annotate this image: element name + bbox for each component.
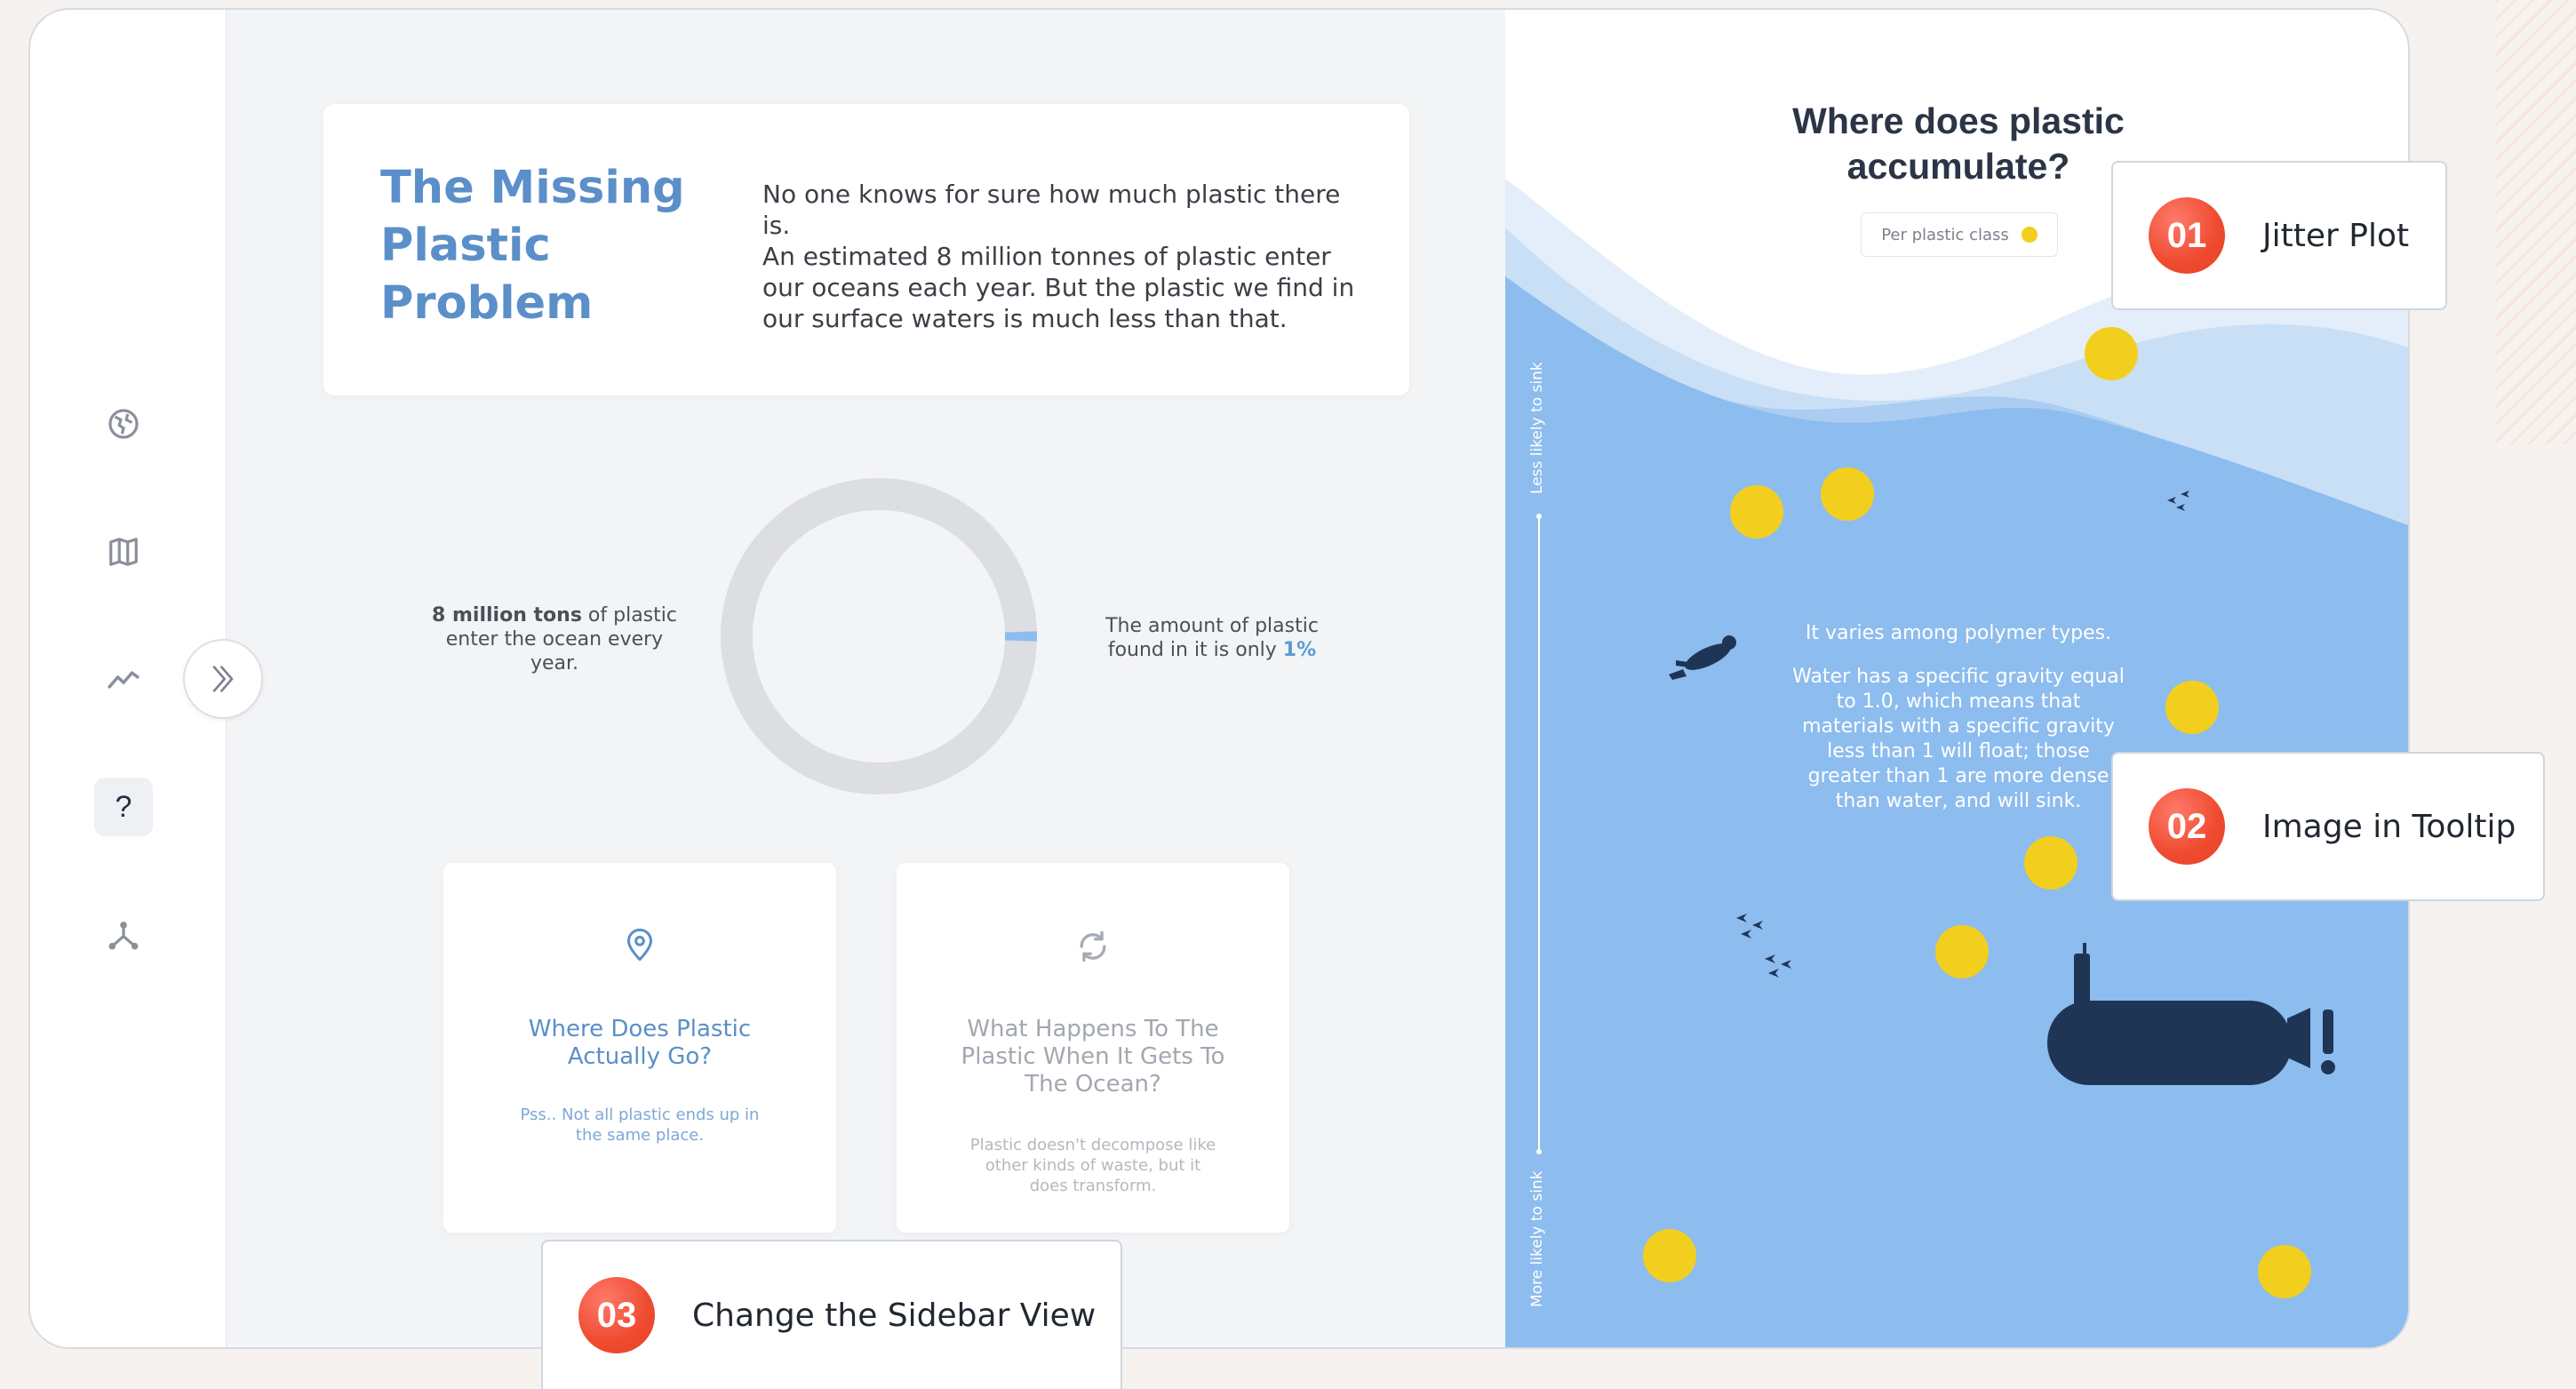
page-title: The Missing Plastic Problem (380, 159, 700, 332)
card-title: What Happens To The Plastic When It Gets… (941, 1016, 1245, 1098)
plastic-particle (2024, 836, 2078, 890)
sidebar-item-globe[interactable] (94, 395, 153, 453)
sidebar-item-map[interactable] (94, 523, 153, 581)
map-icon (107, 535, 140, 569)
callout-number: 01 (2149, 197, 2225, 274)
card-subtitle: Pss.. Not all plastic ends up in the sam… (514, 1105, 765, 1146)
donut-left-caption: 8 million tons of plastic enter the ocea… (421, 603, 688, 675)
refresh-icon (1073, 927, 1113, 966)
card-title: Where Does Plastic Actually Go? (488, 1016, 792, 1071)
app-window: ? The Missing Plastic Problem No one kno… (28, 8, 2410, 1349)
plastic-particle (2165, 681, 2219, 734)
axis-label-bottom: More likely to sink (1528, 1170, 1546, 1307)
callout-number: 02 (2149, 788, 2225, 865)
plastic-particle (2258, 1245, 2311, 1298)
donut-track (737, 494, 1021, 778)
callout-image-in-tooltip: 02 Image in Tooltip (2111, 752, 2545, 901)
ocean-text-detail: Water has a specific gravity equal to 1.… (1790, 665, 2127, 814)
ocean-text-intro: It varies among polymer types. (1790, 621, 2127, 646)
callout-label: Change the Sidebar View (692, 1297, 1096, 1334)
card-where-does-plastic-go[interactable]: Where Does Plastic Actually Go? Pss.. No… (443, 863, 836, 1233)
intro-paragraph-1: No one knows for sure how much plastic t… (762, 179, 1367, 241)
donut-right-caption: The amount of plastic found in it is onl… (1079, 614, 1345, 662)
callout-label: Jitter Plot (2262, 218, 2409, 254)
donut-left-bold: 8 million tons (432, 604, 582, 627)
intro-card: The Missing Plastic Problem No one knows… (323, 104, 1409, 395)
legend-chip[interactable]: Per plastic class (1861, 212, 2058, 257)
plastic-particle (1821, 467, 1874, 521)
trend-icon (107, 663, 140, 697)
plastic-particle (1643, 1229, 1696, 1282)
sidebar-item-help[interactable]: ? (94, 778, 153, 836)
callout-number: 03 (578, 1277, 655, 1353)
donut-right-percent: 1% (1283, 639, 1316, 661)
sidebar-item-trend[interactable] (94, 651, 153, 709)
card-what-happens-to-plastic[interactable]: What Happens To The Plastic When It Gets… (897, 863, 1289, 1233)
help-icon: ? (116, 790, 132, 825)
callout-jitter-plot: 01 Jitter Plot (2111, 161, 2447, 310)
callout-label: Image in Tooltip (2262, 809, 2516, 845)
intro-paragraph-2: An estimated 8 million tonnes of plastic… (762, 241, 1367, 334)
location-pin-icon (622, 927, 658, 962)
axis-label-top: Less likely to sink (1528, 362, 1546, 494)
card-subtitle: Plastic doesn't decompose like other kin… (968, 1135, 1218, 1196)
sidebar-item-network[interactable] (94, 906, 153, 964)
network-icon (107, 918, 140, 952)
double-chevron-right-icon (205, 661, 241, 697)
globe-icon (107, 407, 140, 441)
callout-change-sidebar-view: 03 Change the Sidebar View (541, 1240, 1122, 1389)
donut-chart (706, 463, 1052, 810)
legend-dot (2022, 227, 2038, 243)
plastic-particle (1730, 485, 1783, 539)
plastic-particle (2085, 327, 2138, 380)
legend-label: Per plastic class (1881, 226, 2009, 244)
sidebar-expand-button[interactable] (183, 639, 263, 719)
background-stripes (2496, 0, 2576, 444)
plastic-particle (1935, 925, 1989, 978)
